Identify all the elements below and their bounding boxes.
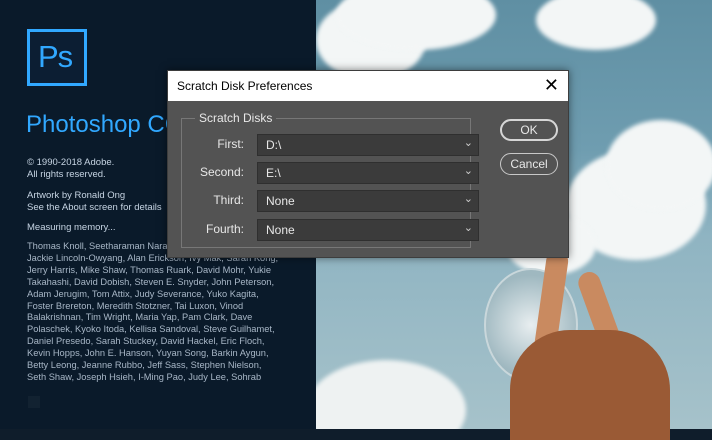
chevron-down-icon: ⌄ [463, 165, 473, 177]
credits-line: Kevin Hopps, John E. Hanson, Yuyan Song,… [27, 348, 269, 359]
artwork-line-2: See the About screen for details [27, 202, 162, 213]
fourth-disk-select[interactable]: None ⌄ [257, 219, 479, 241]
first-disk-value: D:\ [266, 138, 282, 152]
artwork-line-1: Artwork by Ronald Ong [27, 190, 126, 201]
photoshop-logo-icon: Ps [27, 29, 87, 86]
fourth-label: Fourth: [205, 222, 244, 236]
first-disk-select[interactable]: D:\ ⌄ [257, 134, 479, 156]
close-icon[interactable]: ✕ [544, 75, 559, 95]
credits-line: Jerry Harris, Mike Shaw, Thomas Ruark, D… [27, 264, 272, 275]
first-label: First: [217, 137, 244, 151]
group-title: Scratch Disks [195, 111, 277, 125]
fourth-disk-value: None [266, 223, 295, 237]
logo-text: Ps [38, 39, 73, 74]
credits-line: Adam Jerugim, Tom Attix, Judy Severance,… [27, 288, 259, 299]
dialog-title: Scratch Disk Preferences [177, 79, 313, 93]
credits-line: Foster Brereton, Meredith Stotzner, Tai … [27, 300, 244, 311]
scratch-disk-dialog: Scratch Disk Preferences ✕ Scratch Disks… [167, 70, 569, 258]
cloud-shape [316, 360, 466, 429]
app-name: Photoshop CC [26, 111, 183, 138]
credits-line: Seth Shaw, Joseph Hsieh, I-Ming Pao, Jud… [27, 371, 262, 382]
splash-indicator-icon [28, 396, 40, 408]
chevron-down-icon: ⌄ [463, 222, 473, 234]
credits-line: Daniel Presedo, Sarah Stuckey, David Hac… [27, 336, 265, 347]
third-disk-value: None [266, 194, 295, 208]
credits-line: Balakrishnan, Tim Wright, Maria Yap, Pam… [27, 312, 253, 323]
loading-status: Measuring memory... [27, 222, 116, 233]
third-disk-select[interactable]: None ⌄ [257, 190, 479, 212]
person-art [510, 330, 670, 440]
cloud-shape [536, 0, 656, 50]
chevron-down-icon: ⌄ [463, 137, 473, 149]
second-disk-select[interactable]: E:\ ⌄ [257, 162, 479, 184]
copyright-line-2: All rights reserved. [27, 169, 106, 180]
chevron-down-icon: ⌄ [463, 193, 473, 205]
ok-button[interactable]: OK [500, 119, 558, 141]
credits-list: Thomas Knoll, Seetharaman Narayanan, Jac… [27, 241, 289, 384]
copyright-line-1: © 1990-2018 Adobe. [27, 157, 115, 168]
credits-line: Polaschek, Kyoko Itoda, Kellisa Sandoval… [27, 324, 275, 335]
second-label: Second: [199, 165, 244, 179]
cancel-button[interactable]: Cancel [500, 153, 558, 175]
credits-line: Takahashi, David Dobish, Steven E. Snyde… [27, 276, 275, 287]
cloud-shape [606, 120, 712, 210]
third-label: Third: [213, 193, 244, 207]
credits-line: Betty Leong, Jeanne Rubbo, Jeff Sass, St… [27, 360, 262, 371]
second-disk-value: E:\ [266, 166, 281, 180]
dialog-titlebar[interactable]: Scratch Disk Preferences ✕ [168, 71, 568, 101]
